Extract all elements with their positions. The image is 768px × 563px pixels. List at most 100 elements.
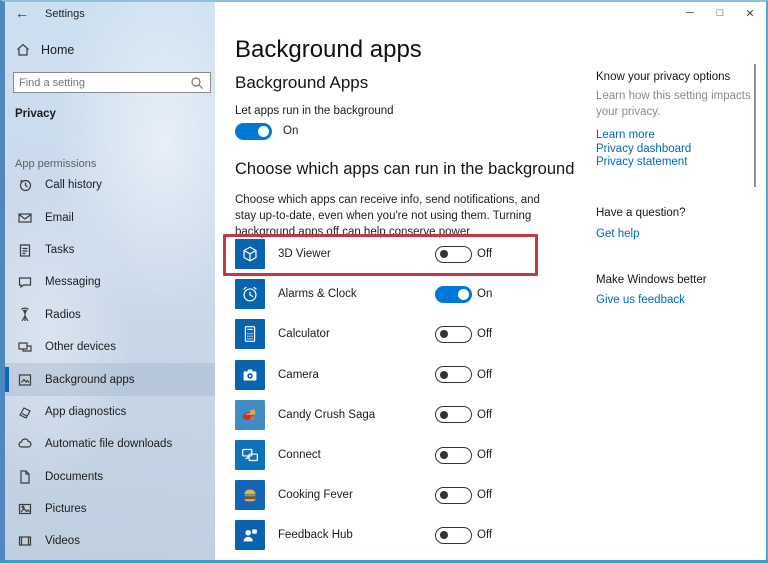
app-row-connect: Connect Off	[235, 435, 540, 475]
sidebar-item-label: App diagnostics	[45, 405, 127, 418]
close-button[interactable]: ✕	[742, 6, 758, 20]
sidebar-item-radios[interactable]: Radios	[5, 299, 215, 331]
app-toggle-state: Off	[477, 529, 493, 542]
app-row-camera: Camera Off	[235, 355, 540, 395]
app-name: Cooking Fever	[278, 489, 353, 502]
sidebar-item-call-history[interactable]: Call history	[5, 169, 215, 201]
app-row-candy-crush-saga: Candy Crush Saga Off	[235, 395, 540, 435]
privacy-statement-link[interactable]: Privacy statement	[596, 156, 754, 170]
messaging-icon	[17, 274, 33, 290]
background-apps-icon	[17, 372, 33, 388]
search-input[interactable]	[19, 76, 189, 89]
app-name: 3D Viewer	[278, 248, 331, 261]
privacy-options-description: Learn how this setting impacts your priv…	[596, 90, 751, 118]
app-toggle-state: Off	[477, 449, 493, 462]
sidebar-item-automatic-file-downloads[interactable]: Automatic file downloads	[5, 428, 215, 460]
app-toggle-feedback-hub[interactable]	[435, 526, 472, 544]
page-title: Background apps	[235, 36, 422, 63]
sidebar-item-email[interactable]: Email	[5, 201, 215, 233]
sidebar-item-label: Videos	[45, 535, 80, 548]
app-toggle-cooking-fever[interactable]	[435, 486, 472, 504]
call-history-icon	[17, 177, 33, 193]
3d-viewer-icon	[235, 239, 265, 270]
window-title: Settings	[45, 8, 85, 20]
background-apps-list: 3D Viewer Off Alarms & Clock On Calculat…	[235, 234, 540, 556]
feedback-hub-icon	[235, 520, 265, 551]
make-windows-better-title: Make Windows better	[596, 274, 707, 287]
selected-accent-bar	[5, 367, 9, 392]
app-name: Connect	[278, 449, 321, 462]
settings-window: ← Settings Home Privacy App permissions …	[0, 0, 768, 563]
app-toggle-state: On	[477, 288, 493, 301]
privacy-dashboard-link[interactable]: Privacy dashboard	[596, 143, 754, 157]
have-a-question-title: Have a question?	[596, 206, 686, 219]
sidebar-item-label: Other devices	[45, 341, 116, 354]
scrollbar-thumb[interactable]	[754, 64, 756, 187]
sidebar-item-label: Email	[45, 211, 74, 224]
app-toggle-3d-viewer[interactable]	[435, 245, 472, 263]
app-row-alarms-clock: Alarms & Clock On	[235, 274, 540, 314]
app-toggle-camera[interactable]	[435, 366, 472, 384]
app-toggle-state: Off	[477, 328, 493, 341]
calculator-icon	[235, 319, 265, 350]
other-devices-icon	[17, 339, 33, 355]
window-controls: ─ □ ✕	[682, 6, 758, 20]
pictures-icon	[17, 501, 33, 517]
app-toggle-connect[interactable]	[435, 446, 472, 464]
sidebar-item-other-devices[interactable]: Other devices	[5, 331, 215, 363]
master-toggle-state: On	[283, 125, 299, 137]
sidebar-item-videos[interactable]: Videos	[5, 525, 215, 557]
minimize-button[interactable]: ─	[682, 6, 698, 20]
app-row-feedback-hub: Feedback Hub Off	[235, 515, 540, 555]
app-toggle-candy-crush-saga[interactable]	[435, 406, 472, 424]
sidebar-item-documents[interactable]: Documents	[5, 461, 215, 493]
app-toggle-alarms-clock[interactable]	[435, 285, 472, 303]
sidebar-nav: Call history Email Tasks Messaging Radio…	[5, 169, 215, 558]
tasks-icon	[17, 242, 33, 258]
give-us-feedback-link[interactable]: Give us feedback	[596, 294, 754, 308]
app-name: Camera	[278, 368, 319, 381]
app-row-3d-viewer: 3D Viewer Off	[235, 234, 540, 274]
app-toggle-state: Off	[477, 368, 493, 381]
app-toggle-state: Off	[477, 248, 493, 261]
back-button[interactable]: ←	[15, 5, 29, 21]
app-row-calculator: Calculator Off	[235, 314, 540, 354]
downloads-icon	[17, 436, 33, 452]
sidebar: ← Settings Home Privacy App permissions …	[5, 2, 215, 560]
app-name: Calculator	[278, 328, 330, 341]
sidebar-item-label: Radios	[45, 308, 81, 321]
app-toggle-calculator[interactable]	[435, 325, 472, 343]
sidebar-item-background-apps[interactable]: Background apps	[5, 363, 215, 396]
app-name: Feedback Hub	[278, 529, 353, 542]
connect-icon	[235, 440, 265, 471]
search-box[interactable]	[13, 72, 211, 93]
candy-crush-saga-icon	[235, 399, 265, 430]
sidebar-item-app-diagnostics[interactable]: App diagnostics	[5, 396, 215, 428]
alarms-clock-icon	[235, 279, 265, 310]
documents-icon	[17, 469, 33, 485]
section-background-apps-title: Background Apps	[235, 73, 369, 92]
sidebar-item-messaging[interactable]: Messaging	[5, 266, 215, 298]
help-panel: Know your privacy options Learn how this…	[596, 71, 754, 308]
app-row-cooking-fever: Cooking Fever Off	[235, 475, 540, 515]
radios-icon	[17, 307, 33, 323]
maximize-button[interactable]: □	[712, 6, 728, 20]
sidebar-item-label: Automatic file downloads	[45, 438, 173, 451]
master-toggle-label: Let apps run in the background	[235, 105, 394, 117]
email-icon	[17, 210, 33, 226]
sidebar-item-tasks[interactable]: Tasks	[5, 234, 215, 266]
home-label: Home	[41, 43, 75, 57]
sidebar-item-label: Messaging	[45, 276, 101, 289]
app-name: Alarms & Clock	[278, 288, 357, 301]
app-toggle-state: Off	[477, 489, 493, 502]
master-toggle[interactable]	[235, 123, 272, 140]
sidebar-item-home[interactable]: Home	[15, 42, 74, 58]
get-help-link[interactable]: Get help	[596, 228, 754, 242]
videos-icon	[17, 533, 33, 549]
sidebar-item-pictures[interactable]: Pictures	[5, 493, 215, 525]
sidebar-item-label: Call history	[45, 179, 102, 192]
sidebar-item-label: Tasks	[45, 243, 75, 256]
search-icon	[189, 75, 205, 91]
cooking-fever-icon	[235, 480, 265, 511]
learn-more-link[interactable]: Learn more	[596, 129, 754, 143]
